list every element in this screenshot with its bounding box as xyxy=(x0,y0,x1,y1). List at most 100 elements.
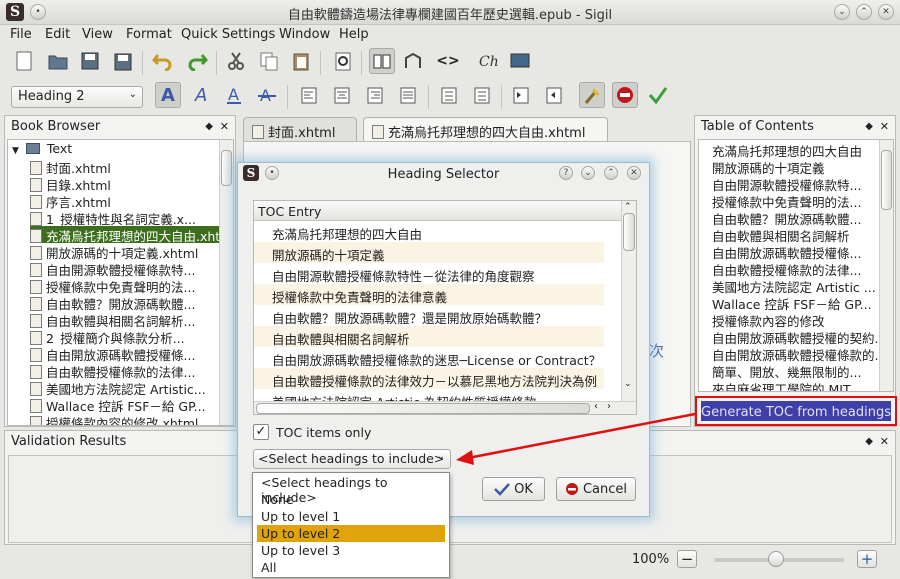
file-row[interactable]: Wallace 控訴 FSF－給 GP... xyxy=(30,396,220,413)
book-browser-scrollbar[interactable] xyxy=(219,140,233,425)
menu-window[interactable]: Window xyxy=(279,27,330,42)
dialog-minimize-button[interactable]: ⌄ xyxy=(581,166,595,180)
toc-entry[interactable]: 美國地方法院認定 Artistic ... xyxy=(712,277,878,294)
toc-entry-row[interactable]: 自由軟體與相關名詞解析 xyxy=(254,326,604,347)
increase-indent-icon[interactable] xyxy=(541,82,567,108)
scrollbar-thumb[interactable] xyxy=(623,213,635,251)
numbered-list-icon[interactable] xyxy=(469,82,495,108)
file-row[interactable]: 序言.xhtml xyxy=(30,192,220,209)
heading-combo[interactable]: Heading 2 ⌄ xyxy=(11,86,143,108)
scroll-up-icon[interactable]: ⌃ xyxy=(624,202,632,212)
spellcheck-icon[interactable]: Ch xyxy=(475,48,501,74)
file-row[interactable]: 自由軟體授權條款的法律... xyxy=(30,362,220,379)
copy-icon[interactable] xyxy=(256,48,282,74)
tab-cover[interactable]: 封面.xhtml✕ xyxy=(243,117,357,156)
align-center-icon[interactable] xyxy=(329,82,355,108)
toc-entry-column-header[interactable]: TOC Entry xyxy=(254,201,622,221)
generate-toc-button[interactable]: Generate TOC from headings xyxy=(701,401,891,421)
toc-scrollbar[interactable] xyxy=(879,140,893,391)
ok-button[interactable]: OK xyxy=(482,477,545,501)
clean-source-icon[interactable] xyxy=(579,82,605,108)
menu-edit[interactable]: Edit xyxy=(45,27,70,42)
align-right-icon[interactable] xyxy=(362,82,388,108)
dropdown-option[interactable]: <Select headings to include> xyxy=(257,474,445,505)
toc-entry-row[interactable]: 開放源碼的十項定義 xyxy=(254,242,604,263)
dropdown-option[interactable]: Up to level 2 xyxy=(257,525,445,542)
menu-quick-settings[interactable]: Quick Settings xyxy=(181,27,275,42)
strikethrough-icon[interactable]: A xyxy=(254,82,280,108)
toc-entry[interactable]: 簡單、開放、幾無限制的... xyxy=(712,362,878,379)
toc-entry[interactable]: 自由軟體與相關名詞解析 xyxy=(712,226,878,243)
toc-entry[interactable]: 自由開放源碼軟體授權條... xyxy=(712,243,878,260)
scrollbar-thumb[interactable] xyxy=(221,150,232,186)
justify-icon[interactable] xyxy=(395,82,421,108)
menu-format[interactable]: Format xyxy=(126,27,172,42)
maximize-button[interactable]: ⌃ xyxy=(856,4,872,20)
file-row[interactable]: 2_授權簡介與條款分析... xyxy=(30,328,220,345)
toc-entry[interactable]: 來自麻省理工學院的 MIT ... xyxy=(712,379,878,391)
toc-entry-row[interactable]: 授權條款中免責聲明的法律意義 xyxy=(254,284,604,305)
toc-entry[interactable]: Wallace 控訴 FSF－給 GP... xyxy=(712,294,878,311)
toc-entry[interactable]: 自由開源軟體授權條款特... xyxy=(712,175,878,192)
file-row[interactable]: 自由開源軟體授權條款特... xyxy=(30,260,220,277)
split-view-icon[interactable] xyxy=(400,48,426,74)
cancel-button[interactable]: Cancel xyxy=(556,477,636,501)
float-panel-icon[interactable]: ◆ xyxy=(205,121,213,132)
float-panel-icon[interactable]: ◆ xyxy=(865,121,873,132)
select-headings-combo[interactable]: <Select headings to include> ⌄ xyxy=(253,449,451,469)
dialog-close-button[interactable]: ✕ xyxy=(627,166,641,180)
cut-icon[interactable] xyxy=(223,48,249,74)
file-row[interactable]: 美國地方法院認定 Artistic... xyxy=(30,379,220,396)
zoom-slider[interactable] xyxy=(714,551,844,567)
float-panel-icon[interactable]: ◆ xyxy=(865,436,873,447)
save-icon[interactable] xyxy=(77,48,103,74)
file-row[interactable]: 自由軟體？開放源碼軟體... xyxy=(30,294,220,311)
align-left-icon[interactable] xyxy=(296,82,322,108)
collapse-arrow-icon[interactable]: ▼ xyxy=(12,146,19,156)
scrollbar-thumb[interactable] xyxy=(881,150,892,210)
close-panel-icon[interactable]: ✕ xyxy=(880,435,889,448)
close-panel-icon[interactable]: ✕ xyxy=(220,120,229,133)
undo-icon[interactable] xyxy=(149,48,175,74)
minimize-button[interactable]: ⌄ xyxy=(834,4,850,20)
bold-heading-icon[interactable]: A xyxy=(155,82,181,108)
zoom-slider-handle[interactable] xyxy=(768,551,784,567)
file-row[interactable]: 充滿烏托邦理想的四大自由.xhtml xyxy=(30,226,220,243)
file-row[interactable]: 自由軟體與相關名詞解析... xyxy=(30,311,220,328)
underline-icon[interactable]: A xyxy=(221,82,247,108)
close-window-button[interactable]: ✕ xyxy=(878,4,894,20)
close-panel-icon[interactable]: ✕ xyxy=(880,120,889,133)
toc-items-only-checkbox[interactable]: ✓ xyxy=(253,424,269,440)
file-row[interactable]: 目錄.xhtml xyxy=(30,175,220,192)
file-row[interactable]: 封面.xhtml xyxy=(30,158,220,175)
scroll-down-icon[interactable]: ⌄ xyxy=(624,379,632,389)
file-row[interactable]: 自由開放源碼軟體授權條... xyxy=(30,345,220,362)
decrease-indent-icon[interactable] xyxy=(508,82,534,108)
zoom-in-button[interactable]: + xyxy=(857,550,877,568)
code-view-icon[interactable]: <> xyxy=(435,48,461,74)
open-folder-icon[interactable] xyxy=(45,48,71,74)
toc-entry[interactable]: 開放源碼的十項定義 xyxy=(712,158,878,175)
toc-entry-row[interactable]: 自由軟體？開放源碼軟體？還是開放原始碼軟體？ xyxy=(254,305,604,326)
toc-entry[interactable]: 充滿烏托邦理想的四大自由 xyxy=(712,141,878,158)
toc-entry[interactable]: 自由軟體？開放源碼軟體... xyxy=(712,209,878,226)
dropdown-option[interactable]: None xyxy=(257,491,445,508)
toc-entry-row[interactable]: 自由開放源碼軟體授權條款的迷思─License or Contract？ xyxy=(254,347,604,368)
book-view-icon[interactable] xyxy=(369,48,395,74)
help-button[interactable]: ? xyxy=(559,166,573,180)
menu-file[interactable]: File xyxy=(10,27,32,42)
tab-four-freedoms[interactable]: 充滿烏托邦理想的四大自由.xhtml✕ xyxy=(363,117,608,156)
folder-row[interactable]: ▼ Text xyxy=(12,141,72,158)
file-row[interactable]: 開放源碼的十項定義.xhtml xyxy=(30,243,220,260)
toc-entry-vscroll[interactable]: ⌃ ⌄ xyxy=(621,201,636,401)
file-row[interactable]: 1_授權特性與名詞定義.x... xyxy=(30,209,220,226)
toc-entry-row[interactable]: 自由開源軟體授權條款特性－從法律的角度觀察 xyxy=(254,263,604,284)
toc-entry[interactable]: 自由軟體授權條款的法律... xyxy=(712,260,878,277)
menu-view[interactable]: View xyxy=(82,27,113,42)
stop-icon[interactable] xyxy=(612,82,638,108)
save-as-icon[interactable] xyxy=(109,48,135,74)
validate-check-icon[interactable] xyxy=(645,82,671,108)
toc-entry[interactable]: 自由開放源碼軟體授權條款的... xyxy=(712,345,878,362)
dialog-maximize-button[interactable]: ⌃ xyxy=(604,166,618,180)
print-preview-icon[interactable] xyxy=(330,48,356,74)
